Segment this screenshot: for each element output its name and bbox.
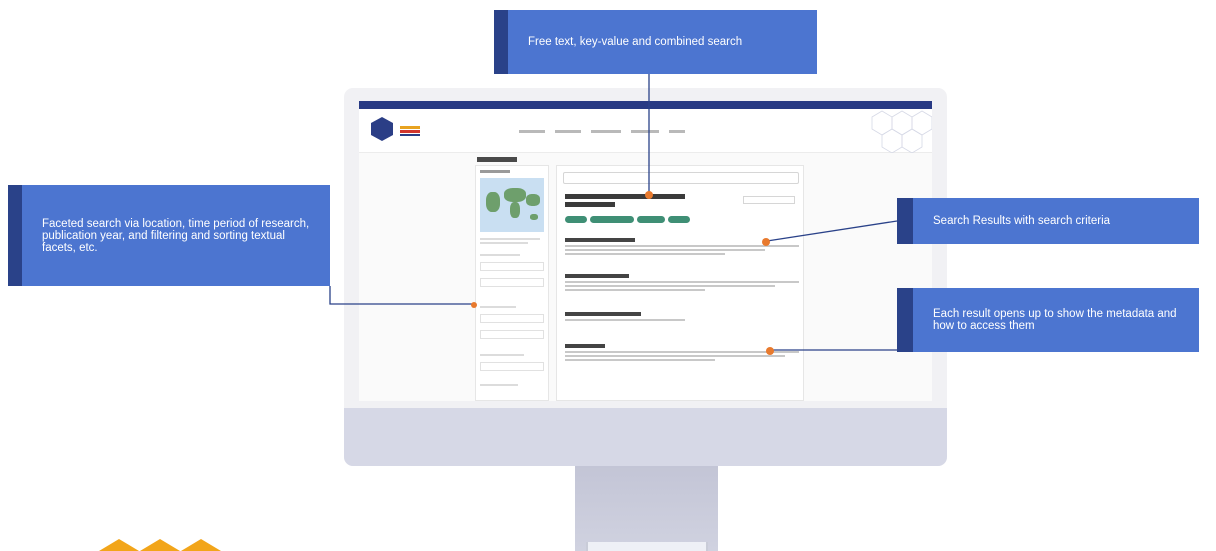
result-item[interactable] bbox=[565, 312, 799, 323]
datasets-heading-placeholder bbox=[477, 157, 517, 162]
callout-accent-bar bbox=[897, 288, 913, 352]
callout-search: Free text, key-value and combined search bbox=[494, 10, 817, 74]
search-input[interactable] bbox=[563, 172, 799, 184]
screen-header bbox=[359, 109, 932, 153]
site-logo-icon[interactable] bbox=[371, 117, 393, 141]
nav-item[interactable] bbox=[669, 130, 685, 133]
monitor-stand bbox=[575, 466, 718, 551]
callout-facets: Faceted search via location, time period… bbox=[8, 185, 330, 286]
result-item[interactable] bbox=[565, 344, 799, 363]
nav-item[interactable] bbox=[519, 130, 545, 133]
year-to-field[interactable] bbox=[480, 330, 544, 339]
callout-facets-text: Faceted search via location, time period… bbox=[42, 217, 310, 254]
filter-chip[interactable] bbox=[637, 216, 665, 223]
partner-logo-icon bbox=[400, 126, 420, 136]
screen-nav bbox=[519, 129, 685, 133]
result-item[interactable] bbox=[565, 238, 799, 257]
callout-metadata: Each result opens up to show the metadat… bbox=[897, 288, 1199, 352]
callout-search-text: Free text, key-value and combined search bbox=[528, 36, 743, 48]
facet-panel bbox=[475, 165, 549, 401]
callout-accent-bar bbox=[897, 198, 913, 244]
location-map[interactable] bbox=[480, 178, 544, 232]
results-count-heading bbox=[565, 194, 705, 207]
order-by-select[interactable] bbox=[743, 196, 795, 204]
filter-chip[interactable] bbox=[590, 216, 634, 223]
facet-tab[interactable] bbox=[480, 170, 510, 173]
date-from-field[interactable] bbox=[480, 262, 544, 271]
result-item[interactable] bbox=[565, 274, 799, 293]
nav-item[interactable] bbox=[631, 130, 659, 133]
callout-results-text: Search Results with search criteria bbox=[933, 215, 1111, 227]
filter-chip[interactable] bbox=[668, 216, 690, 223]
nav-item[interactable] bbox=[555, 130, 581, 133]
brand-triangles-icon bbox=[99, 539, 221, 551]
callout-accent-bar bbox=[8, 185, 22, 286]
results-panel bbox=[556, 165, 804, 401]
callout-accent-bar bbox=[494, 10, 508, 74]
filter-chip[interactable] bbox=[565, 216, 587, 223]
callout-metadata-text: Each result opens up to show the metadat… bbox=[933, 308, 1177, 332]
nav-item[interactable] bbox=[591, 130, 621, 133]
monitor-stand-foot bbox=[586, 542, 708, 551]
screen-top-bar bbox=[359, 101, 932, 109]
textual-facet-field[interactable] bbox=[480, 362, 544, 371]
active-filter-chips bbox=[565, 216, 690, 223]
monitor-screen bbox=[359, 101, 932, 401]
date-to-field[interactable] bbox=[480, 278, 544, 287]
callout-results: Search Results with search criteria bbox=[897, 198, 1199, 244]
monitor-chin bbox=[344, 408, 947, 466]
hexagon-pattern-icon bbox=[871, 110, 932, 153]
year-from-field[interactable] bbox=[480, 314, 544, 323]
